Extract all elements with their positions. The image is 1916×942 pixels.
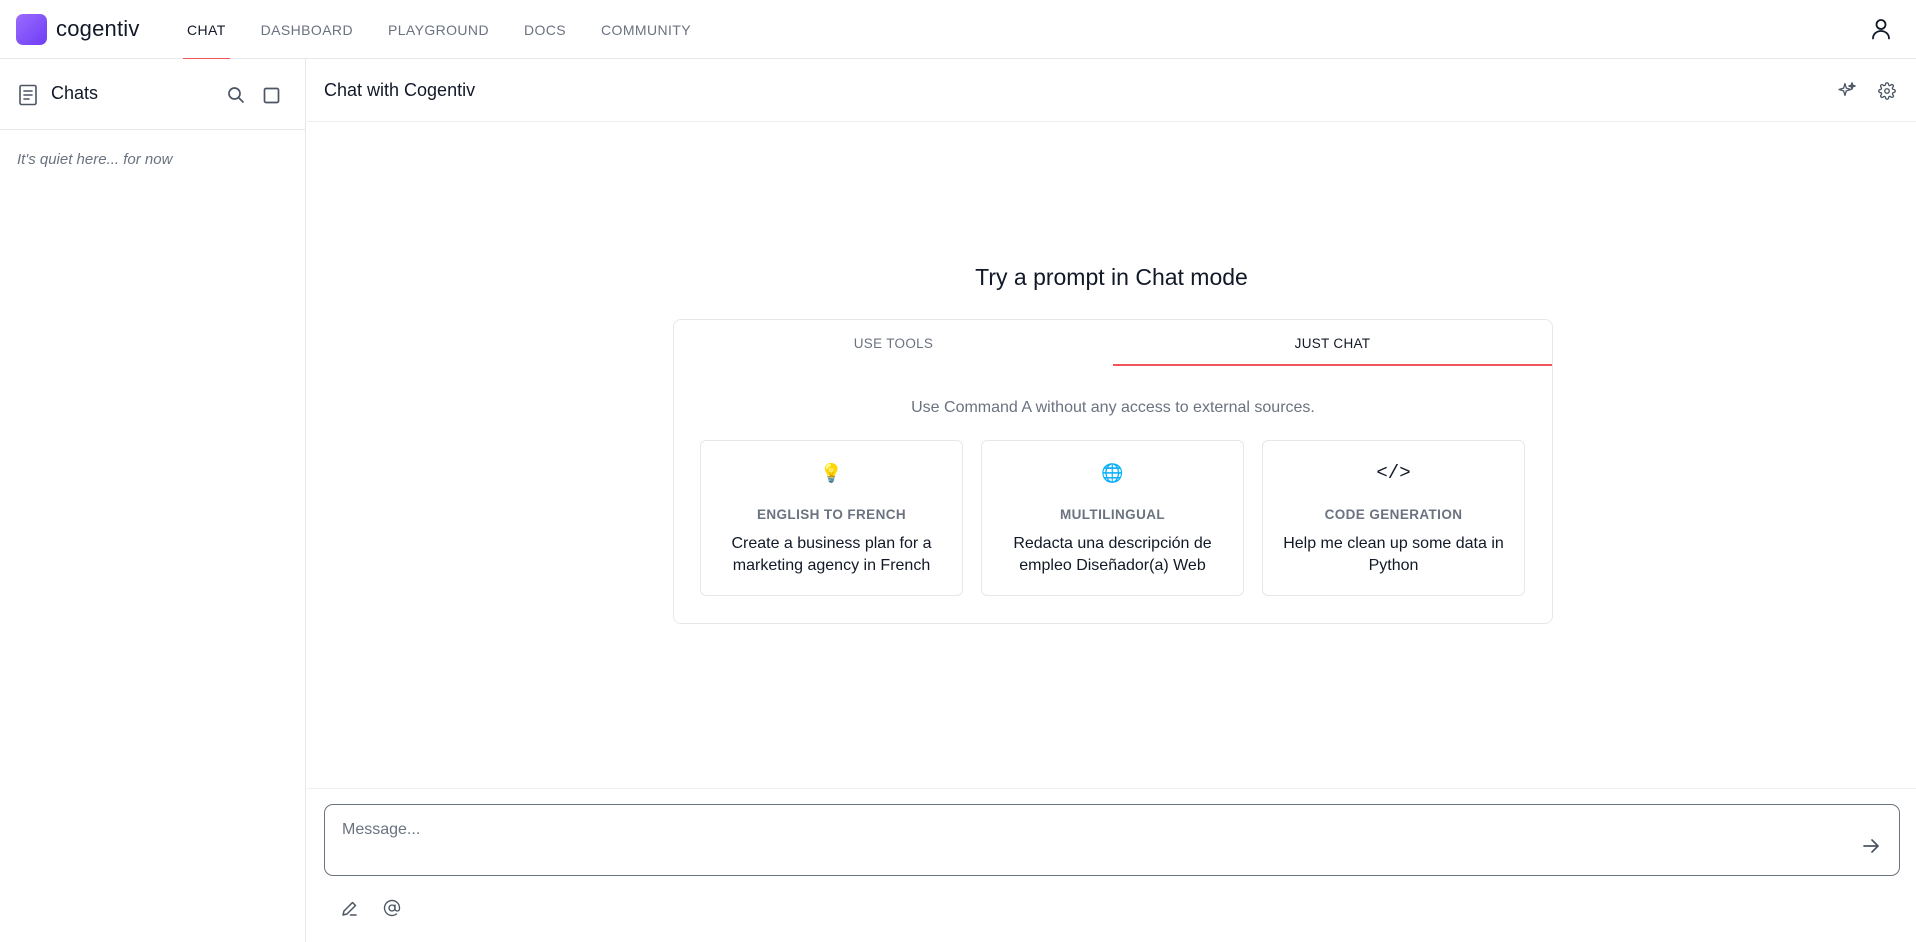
- sidebar: Chats It's quiet here... for now: [0, 59, 306, 942]
- user-menu-button[interactable]: [1866, 14, 1896, 44]
- nav-community[interactable]: COMMUNITY: [589, 0, 703, 59]
- example-text: Help me clean up some data in Python: [1283, 535, 1504, 574]
- example-multilingual[interactable]: 🌐 MULTILINGUAL Redacta una descripción d…: [981, 440, 1244, 596]
- nav-dashboard[interactable]: DASHBOARD: [249, 0, 365, 59]
- nav-docs[interactable]: DOCS: [512, 0, 578, 59]
- nav-chat[interactable]: CHAT: [175, 0, 238, 60]
- mode-tabs: USE TOOLS JUST CHAT: [674, 320, 1552, 366]
- sparkle-button[interactable]: [1836, 80, 1858, 102]
- message-input[interactable]: [342, 819, 1832, 841]
- mode-description: Use Command A without any access to exte…: [911, 399, 1315, 416]
- chat-title: Chat with Cogentiv: [324, 80, 476, 100]
- example-label: CODE GENERATION: [1324, 507, 1463, 522]
- mention-button[interactable]: [381, 897, 403, 919]
- chat-main: Chat with Cogentiv Try a prompt in Chat …: [307, 59, 1916, 942]
- pen-icon: [341, 901, 357, 916]
- gear-icon: [1878, 82, 1896, 100]
- example-text: Redacta una descripción de empleo Diseña…: [1013, 535, 1212, 574]
- sparkle-icon: [1838, 82, 1856, 97]
- tab-just-chat[interactable]: JUST CHAT: [1113, 320, 1552, 366]
- sidebar-header: Chats: [0, 59, 305, 130]
- sidebar-title: Chats: [51, 83, 99, 103]
- example-label: ENGLISH TO FRENCH: [756, 507, 907, 522]
- chat-header: Chat with Cogentiv: [307, 59, 1916, 122]
- search-chats-button[interactable]: [225, 84, 247, 106]
- settings-button[interactable]: [1876, 80, 1898, 102]
- message-composer: [324, 804, 1900, 876]
- main-nav: CHAT DASHBOARD PLAYGROUND DOCS COMMUNITY: [175, 0, 714, 60]
- prompt-heading: Try a prompt in Chat mode: [975, 264, 1248, 290]
- edit-prompt-button[interactable]: [338, 897, 360, 919]
- search-icon: [228, 87, 244, 103]
- logo-mark-icon: [16, 13, 47, 45]
- prompt-card: USE TOOLS JUST CHAT Use Command A withou…: [673, 319, 1553, 624]
- globe-icon: 🌐: [1101, 462, 1124, 483]
- at-icon: [383, 899, 401, 917]
- empty-chats-message: It's quiet here... for now: [17, 151, 173, 168]
- composer-area: [307, 788, 1916, 942]
- example-english-to-french[interactable]: 💡 ENGLISH TO FRENCH Create a business pl…: [700, 440, 963, 596]
- lightbulb-icon: 💡: [820, 462, 843, 483]
- top-navbar: cogentiv CHAT DASHBOARD PLAYGROUND DOCS …: [0, 0, 1916, 60]
- new-chat-icon: [263, 87, 279, 103]
- code-icon: </>: [1376, 462, 1411, 484]
- logo[interactable]: cogentiv: [16, 13, 140, 45]
- example-code-generation[interactable]: </> CODE GENERATION Help me clean up som…: [1262, 440, 1525, 596]
- example-text: Create a business plan for a marketing a…: [731, 535, 932, 574]
- example-prompts: 💡 ENGLISH TO FRENCH Create a business pl…: [700, 440, 1525, 596]
- send-arrow-icon: [1863, 839, 1879, 853]
- send-button[interactable]: [1861, 836, 1881, 856]
- tab-use-tools[interactable]: USE TOOLS: [674, 320, 1113, 366]
- user-icon: [1872, 19, 1890, 40]
- nav-playground[interactable]: PLAYGROUND: [376, 0, 501, 59]
- document-icon: [19, 84, 37, 106]
- example-label: MULTILINGUAL: [1059, 507, 1166, 522]
- logo-text: cogentiv: [56, 16, 140, 41]
- new-chat-button[interactable]: [260, 84, 282, 106]
